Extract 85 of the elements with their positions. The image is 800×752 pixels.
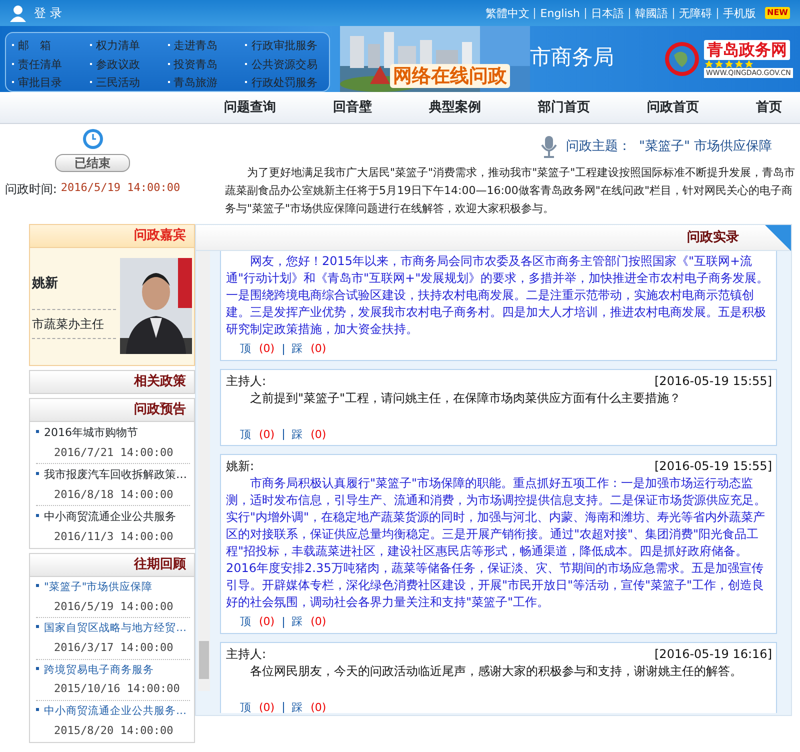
new-badge: NEW xyxy=(765,7,790,19)
list-date: 2015/8/20 14:00:00 xyxy=(53,722,174,738)
nav-link[interactable]: 问政首页 xyxy=(647,92,699,123)
globe-icon xyxy=(664,41,700,77)
nav-link[interactable]: 问题查询 xyxy=(224,92,276,123)
vote-down-link[interactable]: 踩 xyxy=(292,614,303,630)
vote-count: (0) xyxy=(259,700,275,713)
intro-paragraph: 为了更好地满足我市广大居民"菜篮子"消费需求，推动我市"菜篮子"工程建设按照国际标准不断提升发展，青岛市蔬菜副食品办公室姚新主任将于5月19日下午14:00—16:00做客青岛政务网"在线问政"栏目，针对网民关心的电子商务与"菜篮子"市场供应保障问题进行在线解答，欢迎大家积极参与。 xyxy=(225,165,796,217)
time-value: 2016/5/19 14:00:00 xyxy=(60,180,180,196)
login-link[interactable]: 登 录 xyxy=(34,4,62,22)
post-author: 主持人: xyxy=(226,372,266,390)
section-title: 问政嘉宾 xyxy=(134,228,186,243)
post-author: 姚新: xyxy=(226,458,254,475)
topic-label: 问政主题： xyxy=(566,138,631,156)
list-date: 2016/3/17 14:00:00 xyxy=(53,640,174,656)
post-time: [2016-05-19 16:16] xyxy=(654,646,772,662)
list-date: 2016/8/18 14:00:00 xyxy=(53,486,174,502)
clock-icon xyxy=(82,128,104,150)
banner-title: 网络在线问政 xyxy=(390,64,510,88)
vote-count: (0) xyxy=(259,614,275,630)
vote-up-link[interactable]: 顶 xyxy=(240,700,251,713)
department-title: 市商务局 xyxy=(530,44,614,71)
quick-link[interactable]: 走进青岛 xyxy=(174,39,218,52)
list-link[interactable]: 跨境贸易电子商务服务 xyxy=(44,664,154,676)
quick-link[interactable]: 投资青岛 xyxy=(174,58,218,70)
list-link[interactable]: 中小商贸流通企业公共服务… xyxy=(44,704,186,717)
post-text: 网友，您好！2015年以来，市商务局会同市农委及各区市商务主管部门按照国家《"互联网+流通"行动计划》和《青岛市"互联网+"发展规划》的要求，多措并举，加快推进全市农村电子商务发展。一是围绕跨境电商综合试验区建设，扶持农村电商发展。二是注重示范带动，实施农村电商示范镇创建。三是发挥产业优势，发展我市农村电子商务村。四是加大人才培训，推进农村电商发展。五是积极研究制定政策措施，加大资金扶持。 xyxy=(226,253,770,338)
user-icon xyxy=(10,4,26,22)
list-link[interactable]: 国家自贸区战略与地方经贸… xyxy=(44,622,186,634)
post-time: [2016-05-19 15:55] xyxy=(654,372,772,390)
stars-icon xyxy=(704,60,754,68)
vote-count: (0) xyxy=(310,614,326,630)
list-date: 2016/5/19 14:00:00 xyxy=(53,598,174,615)
post-author: 主持人: xyxy=(226,646,266,662)
quick-link[interactable]: 公共资源交易 xyxy=(251,58,318,70)
vote-up-link[interactable]: 顶 xyxy=(240,426,251,443)
nav-link[interactable]: 首页 xyxy=(756,92,782,123)
list-link[interactable]: 2016年城市购物节 xyxy=(44,426,138,439)
quick-link[interactable]: 行政审批服务 xyxy=(251,39,318,52)
post-text: 市商务局积极认真履行"菜篮子"市场保障的职能。重点抓好五项工作：一是加强市场运行动态监测，适时发布信息，引导生产、流通和消费，为市场调控提供信息支持。二是保证市场货源供应充足。实行"内增外调"，在稳定地产蔬菜货源的同时，加强与河北、内蒙、海南和潍坊、寿光等省内外蔬菜产区的对接联系，保证供应总量均衡稳定。三是开展产销衔接。通过"农超对接"、集团消费"阳光食品工程"招投标，丰载蔬菜进社区，建设社区惠民店等形式，畅通渠道，降低成本。四是抓好政府储备。2016年度安排2.35万吨猪肉，蔬菜等储备任务，保证淡、灾、节期间的市场应急需求。五是加强宣传引导。开辟媒体专栏，深化绿色消费社区建设，开展"市民开放日"等活动，宣传"菜篮子"工作，创造良好的社会氛围，调动社会各界力量关注和支持"菜篮子"工作。 xyxy=(226,475,767,611)
vote-down-link[interactable]: 踩 xyxy=(292,341,303,358)
status-button[interactable]: 已结束 xyxy=(55,154,130,172)
panel-title: 问政实录 xyxy=(687,228,739,247)
quick-link[interactable]: 权力清单 xyxy=(96,39,140,52)
vote-count: (0) xyxy=(259,426,275,442)
microphone-icon xyxy=(540,136,558,158)
post-text: 之前提到"菜篮子"工程，请问姚主任，在保障市场肉菜供应方面有什么主要措施？ xyxy=(249,390,682,406)
language-link[interactable]: 繁體中文 xyxy=(480,8,534,18)
list-date: 2016/11/3 14:00:00 xyxy=(53,528,174,544)
language-link[interactable]: English xyxy=(534,8,586,18)
vote-count: (0) xyxy=(310,700,326,713)
guest-position: 市蔬菜办主任 xyxy=(32,309,116,340)
vote-down-link[interactable]: 踩 xyxy=(292,426,303,443)
section-title: 往期回顾 xyxy=(134,557,186,572)
quick-link[interactable]: 责任清单 xyxy=(18,58,62,70)
nav-link[interactable]: 回音壁 xyxy=(333,92,372,123)
quick-link[interactable]: 邮 箱 xyxy=(18,39,51,52)
section-title: 问政预告 xyxy=(134,402,186,417)
corner-tag-icon xyxy=(765,225,791,251)
list-link[interactable]: 我市报废汽车回收拆解政策… xyxy=(44,468,187,481)
nav-link[interactable]: 典型案例 xyxy=(429,92,481,123)
vote-up-link[interactable]: 顶 xyxy=(240,341,251,358)
guest-name: 姚新 xyxy=(32,274,59,293)
topic-title: "菜篮子" 市场供应保障 xyxy=(639,138,772,156)
mobile-link[interactable]: 手机版 xyxy=(717,8,762,18)
vote-down-link[interactable]: 踩 xyxy=(292,700,303,713)
quick-link[interactable]: 参政议政 xyxy=(96,58,140,70)
nav-link[interactable]: 部门首页 xyxy=(538,92,590,123)
list-link[interactable]: 中小商贸流通企业公共服务 xyxy=(44,510,176,523)
language-link[interactable]: 无障碍 xyxy=(673,8,718,18)
vote-count: (0) xyxy=(310,341,326,357)
vote-count: (0) xyxy=(310,426,326,442)
post-text: 各位网民朋友，今天的问政活动临近尾声，感谢大家的积极参与和支持，谢谢姚主任的解答。 xyxy=(249,662,743,680)
list-link[interactable]: "菜篮子"市场供应保障 xyxy=(44,581,153,593)
language-link[interactable]: 韓國語 xyxy=(629,8,674,18)
time-label: 问政时间: xyxy=(4,181,57,198)
logo-text: 青岛政务网 xyxy=(704,40,790,60)
vote-count: (0) xyxy=(259,341,275,357)
post-time: [2016-05-19 15:55] xyxy=(654,458,772,475)
list-date: 2015/10/16 14:00:00 xyxy=(53,681,181,698)
scrollbar[interactable] xyxy=(198,251,210,691)
section-title: 相关政策 xyxy=(134,374,186,389)
language-link[interactable]: 日本語 xyxy=(585,8,630,18)
vote-up-link[interactable]: 顶 xyxy=(240,614,251,630)
list-date: 2016/7/21 14:00:00 xyxy=(53,444,174,460)
